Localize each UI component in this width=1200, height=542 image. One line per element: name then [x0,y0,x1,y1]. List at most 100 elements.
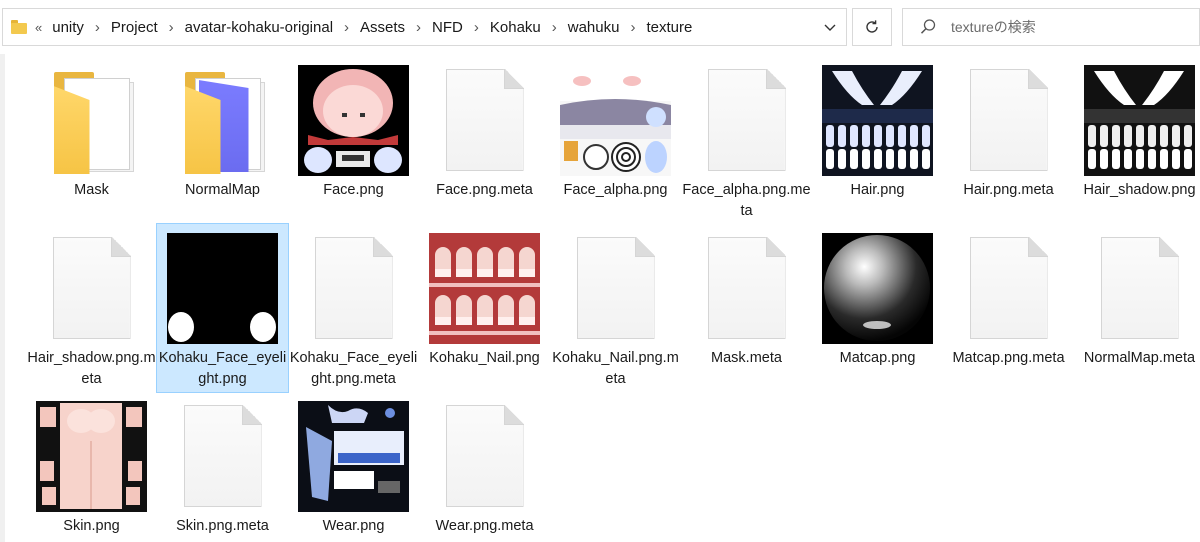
file-item[interactable]: Skin.png [26,392,157,542]
file-name: Skin.png [63,518,120,534]
file-thumbnail [429,400,540,512]
file-thumbnail [167,400,278,512]
breadcrumb-separator[interactable]: › [416,19,421,36]
file-icon [707,69,786,171]
chevron-down-icon[interactable] [822,18,838,36]
file-item[interactable]: Kohaku_Face_eyelight.png.meta [288,224,419,392]
file-thumbnail [691,64,802,176]
file-thumbnail [560,64,671,176]
breadcrumb-item[interactable]: Project [111,19,158,36]
file-thumbnail [1084,232,1195,344]
breadcrumb-item[interactable]: Kohaku [490,19,541,36]
file-name: Kohaku_Face_eyelight.png [158,350,287,387]
file-item[interactable]: Wear.png [288,392,419,542]
image-thumbnail [167,232,278,344]
file-item[interactable]: Matcap.png.meta [943,224,1074,392]
file-thumbnail [822,64,933,176]
toolbar: « unity › Project › avatar-kohaku-original › A… [0,0,1200,54]
file-thumbnail [953,232,1064,344]
image-thumbnail [560,64,671,176]
breadcrumb-item[interactable]: wahuku [568,19,620,36]
breadcrumb-overflow[interactable]: « [35,20,42,35]
file-icon [183,405,262,507]
search-box[interactable] [902,8,1200,46]
file-name: Hair.png.meta [963,182,1054,198]
breadcrumb-separator[interactable]: › [169,19,174,36]
file-item[interactable]: Kohaku_Face_eyelight.png [156,223,289,393]
breadcrumb-separator[interactable]: › [552,19,557,36]
file-item[interactable]: Face_alpha.png.meta [681,56,812,224]
file-name: Skin.png.meta [176,518,269,534]
breadcrumb-item[interactable]: NFD [432,19,463,36]
file-item[interactable]: Face_alpha.png [550,56,681,224]
image-thumbnail [429,232,540,344]
file-item[interactable]: Kohaku_Nail.png.meta [550,224,681,392]
file-thumbnail [953,64,1064,176]
file-icon [576,237,655,339]
file-thumbnail [1084,64,1195,176]
file-name: Hair_shadow.png [1083,182,1196,198]
breadcrumb-item[interactable]: Assets [360,19,405,36]
file-thumbnail [560,232,671,344]
file-item[interactable]: Hair_shadow.png.meta [26,224,157,392]
breadcrumb-separator[interactable]: › [630,19,635,36]
file-thumbnail [298,400,409,512]
breadcrumb-separator[interactable]: › [474,19,479,36]
file-icon [1100,237,1179,339]
file-name: Face.png [323,182,384,198]
file-thumbnail [298,64,409,176]
file-icon [707,237,786,339]
file-name: Mask.meta [711,350,782,366]
file-item[interactable]: Hair.png [812,56,943,224]
file-name: Mask [74,182,109,198]
image-thumbnail [298,64,409,176]
file-thumbnail [429,232,540,344]
file-item[interactable]: NormalMap [157,56,288,224]
refresh-button[interactable] [852,8,892,46]
folder-icon [52,68,134,174]
file-thumbnail [167,232,278,344]
search-icon [920,19,936,34]
file-thumbnail [429,64,540,176]
file-icon [314,237,393,339]
file-item[interactable]: Mask.meta [681,224,812,392]
file-item[interactable]: Face.png [288,56,419,224]
file-item[interactable]: Hair.png.meta [943,56,1074,224]
file-thumbnail [691,232,802,344]
breadcrumb-separator[interactable]: › [95,19,100,36]
image-thumbnail [298,400,409,512]
file-thumbnail [167,64,278,176]
file-name: NormalMap.meta [1083,350,1196,366]
file-thumbnail [36,64,147,176]
file-thumbnail [36,232,147,344]
file-name: Wear.png.meta [435,518,534,534]
file-grid: Mask NormalMap Face.png Face.png.meta Fa… [26,56,1200,542]
file-item[interactable]: Wear.png.meta [419,392,550,542]
breadcrumb-item[interactable]: texture [646,19,692,36]
file-item[interactable]: Skin.png.meta [157,392,288,542]
file-item[interactable]: Kohaku_Nail.png [419,224,550,392]
breadcrumb-item[interactable]: avatar-kohaku-original [185,19,333,36]
file-item[interactable]: Face.png.meta [419,56,550,224]
address-bar[interactable]: « unity › Project › avatar-kohaku-original › A… [2,8,847,46]
file-name: NormalMap [185,182,260,198]
file-item[interactable]: NormalMap.meta [1074,224,1200,392]
breadcrumb-item[interactable]: unity [52,19,84,36]
folder-icon [11,20,27,34]
file-name: Hair_shadow.png.meta [27,350,156,387]
file-icon [969,237,1048,339]
file-name: Face.png.meta [436,182,533,198]
file-name: Face_alpha.png [563,182,668,198]
file-item[interactable]: Matcap.png [812,224,943,392]
file-item[interactable]: Hair_shadow.png [1074,56,1200,224]
file-icon [969,69,1048,171]
breadcrumb: unity › Project › avatar-kohaku-original › Ass… [52,19,692,36]
breadcrumb-separator[interactable]: › [344,19,349,36]
file-name: Face_alpha.png.meta [682,182,811,219]
file-name: Kohaku_Face_eyelight.png.meta [289,350,418,387]
image-thumbnail [1084,64,1195,176]
file-item[interactable]: Mask [26,56,157,224]
search-input[interactable] [951,19,1191,35]
file-name: Kohaku_Nail.png [429,350,540,366]
file-thumbnail [36,400,147,512]
